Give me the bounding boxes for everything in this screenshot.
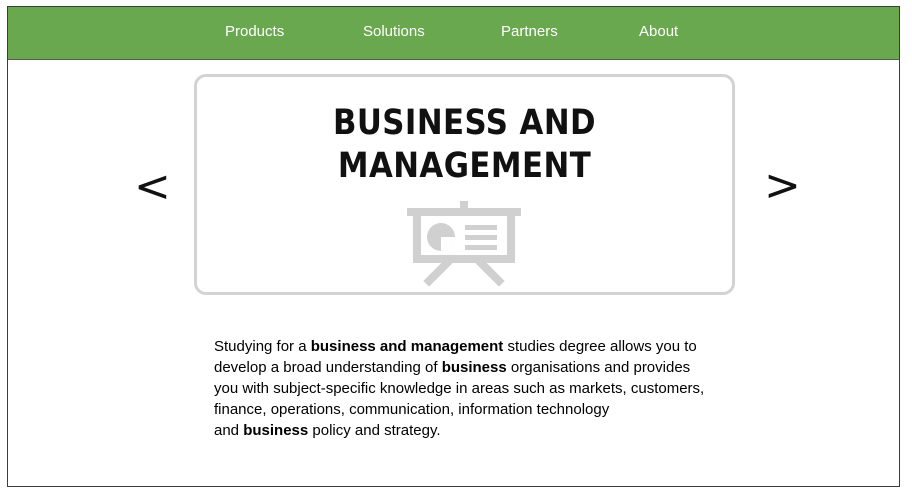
slide-title-line-1: BUSINESS AND: [332, 103, 597, 143]
description-line: you with subject-specific knowledge in a…: [214, 380, 705, 397]
description-line: and business policy and strategy.: [214, 422, 441, 439]
description-line: finance, operations, communication, info…: [214, 401, 610, 418]
nav-item-partners[interactable]: Partners: [501, 23, 558, 40]
nav-item-about[interactable]: About: [639, 23, 678, 40]
slide-title-line-2: MANAGEMENT: [337, 146, 592, 186]
carousel-slide[interactable]: BUSINESS AND MANAGEMENT: [194, 74, 735, 295]
nav-item-solutions[interactable]: Solutions: [363, 23, 425, 40]
top-navbar: Products Solutions Partners About: [8, 7, 899, 60]
carousel-next-button[interactable]: >: [764, 164, 801, 208]
presentation-board-icon: [407, 201, 521, 287]
nav-item-products[interactable]: Products: [225, 23, 284, 40]
page-frame: Products Solutions Partners About < > BU…: [7, 6, 900, 487]
description-line: Studying for a business and management s…: [214, 338, 697, 355]
description-line: develop a broad understanding of busines…: [214, 359, 691, 376]
carousel-prev-button[interactable]: <: [134, 165, 171, 209]
description-paragraph: Studying for a business and management s…: [214, 336, 754, 441]
